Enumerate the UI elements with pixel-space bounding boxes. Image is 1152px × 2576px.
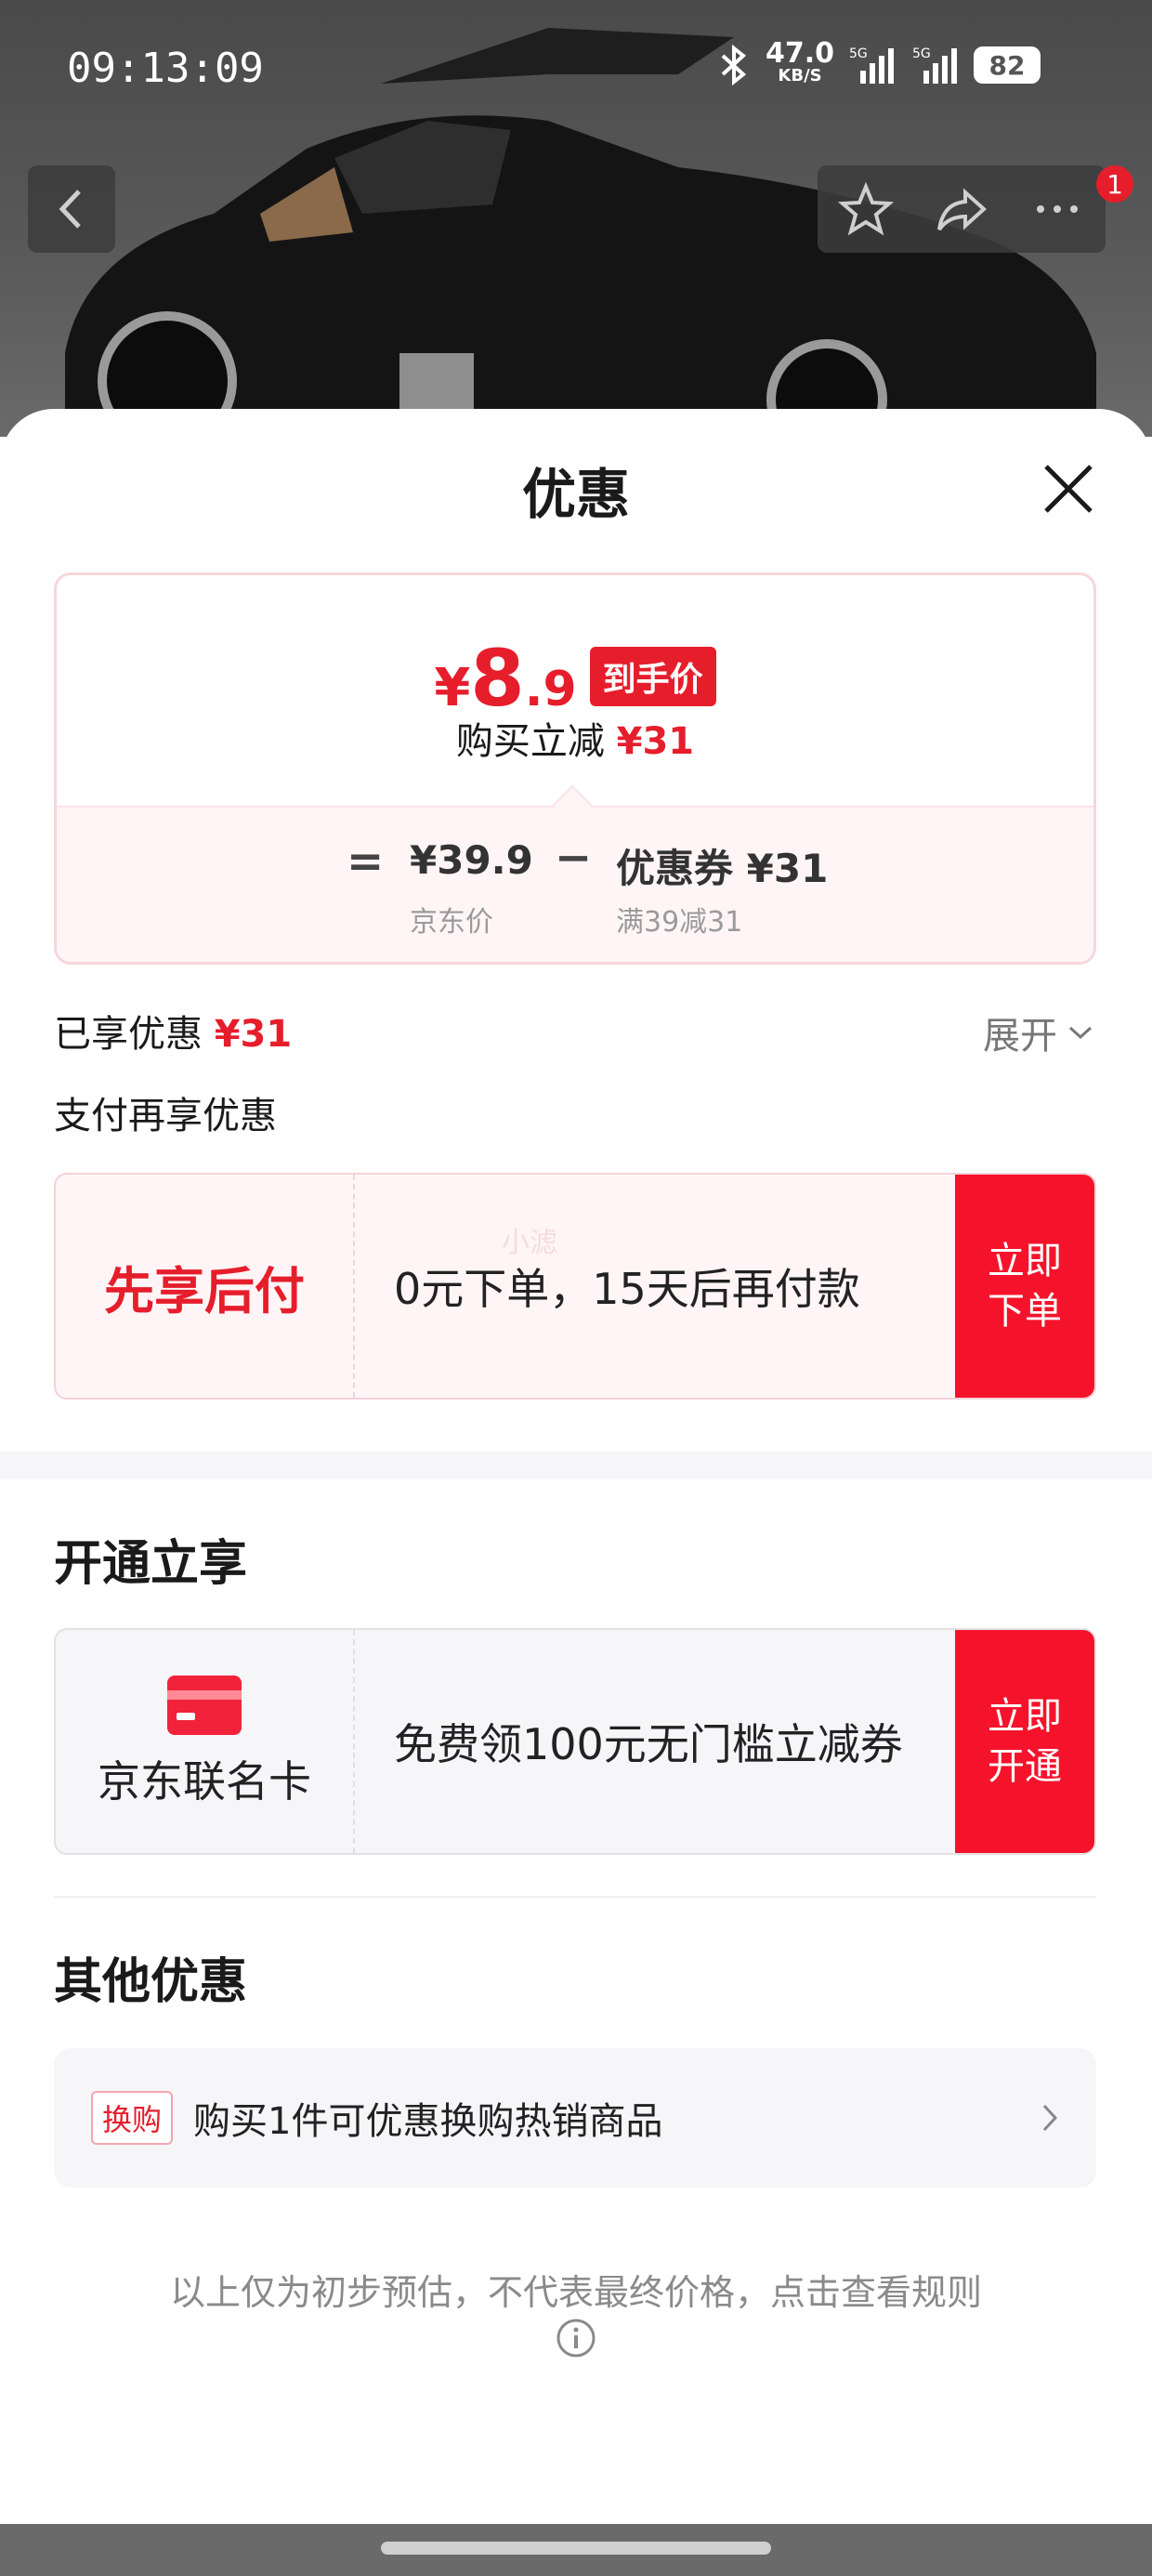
save-row: 购买立减 ¥31 [57,711,1093,765]
chevron-left-icon [59,190,81,229]
close-icon[interactable] [1039,459,1098,519]
jd-cobrand-card[interactable]: 京东联名卡 免费领100元无门槛立减券 立即 开通 [54,1628,1096,1855]
info-icon[interactable] [556,2318,596,2359]
chevron-right-icon [1042,2104,1058,2132]
order-now-button[interactable]: 立即 下单 [955,1175,1094,1398]
save-amount: ¥31 [616,720,695,763]
open-now-button[interactable]: 立即 开通 [955,1630,1094,1853]
trade-in-text: 购买1件可优惠换购热销商品 [193,2100,663,2143]
cobrand-card-text: 免费领100元无门槛立减券 [394,1719,903,1769]
final-price-tag: 到手价 [589,647,716,706]
jd-price-label: 京东价 [410,906,493,939]
other-section-title: 其他优惠 [54,1954,248,2010]
battery-icon: 82 [974,46,1041,84]
back-button[interactable] [28,165,115,253]
pay-later-card[interactable]: 先享后付 0元下单，15天后再付款 立即 下单 [54,1173,1096,1400]
price-decimal: .9 [524,662,577,717]
pay-section-title: 支付再享优惠 [54,1095,277,1137]
price-symbol: ¥ [434,658,471,718]
sheet-title: 优惠 [521,463,630,526]
order-now-line2: 下单 [988,1290,1062,1333]
open-now-line1: 立即 [988,1695,1062,1738]
open-now-line2: 开通 [988,1745,1062,1788]
equals-sign: = [347,835,385,887]
watermark-text: 小滤 [502,1227,557,1259]
trade-in-tag: 换购 [91,2091,174,2145]
enjoyed-amount: ¥31 [214,1013,293,1056]
section-divider [0,1452,1152,1479]
star-icon[interactable] [837,181,894,237]
price-card: ¥8.9 到手价 购买立减 ¥31 = ¥39.9 京东价 − 优惠券 ¥31 … [54,572,1096,965]
signal-5g-icon-2: 5G [912,46,958,84]
disclaimer-text[interactable]: 以上仅为初步预估，不代表最终价格，点击查看规则 [0,2267,1152,2318]
open-section-title: 开通立享 [54,1536,248,1592]
expand-label: 展开 [983,1015,1057,1058]
save-label: 购买立减 [455,720,605,763]
notification-badge: 1 [1096,165,1133,203]
credit-card-icon [167,1676,242,1735]
coupon-condition: 满39减31 [616,906,743,939]
pay-later-label: 先享后付 [104,1261,305,1321]
bluetooth-icon [721,45,747,85]
net-speed-value: 47.0 [766,37,835,70]
expand-button[interactable]: 展开 [983,1005,1094,1059]
trade-in-row[interactable]: 换购 购买1件可优惠换购热销商品 [54,2048,1096,2188]
pay-later-text: 0元下单，15天后再付款 [394,1264,860,1314]
cobrand-label-area: 京东联名卡 [56,1630,355,1853]
coupon-amount: 优惠券 ¥31 [616,846,829,891]
jd-price: ¥39.9 [410,837,533,883]
chevron-down-icon [1068,1026,1093,1040]
svg-text:5G: 5G [912,46,931,61]
home-indicator[interactable] [381,2542,771,2555]
more-icon[interactable] [1029,181,1085,237]
enjoyed-discount: 已享优惠 ¥31 [54,1004,292,1058]
status-icons: 47.0 KB/S 5G 5G 82 [715,39,1041,91]
cobrand-card-label: 京东联名卡 [98,1756,311,1807]
minus-sign: − [555,832,593,884]
share-icon[interactable] [934,181,989,237]
enjoyed-label: 已享优惠 [54,1013,203,1056]
header-actions [818,165,1106,253]
status-time: 09:13:09 [67,45,264,92]
order-now-line1: 立即 [988,1240,1062,1282]
svg-text:5G: 5G [849,46,868,61]
signal-5g-icon: 5G [849,46,895,84]
price-breakdown: = ¥39.9 京东价 − 优惠券 ¥31 满39减31 [57,806,1093,962]
pay-later-label-area: 先享后付 [56,1175,355,1398]
net-speed: 47.0 KB/S [766,37,835,87]
divider-line [54,1896,1096,1898]
